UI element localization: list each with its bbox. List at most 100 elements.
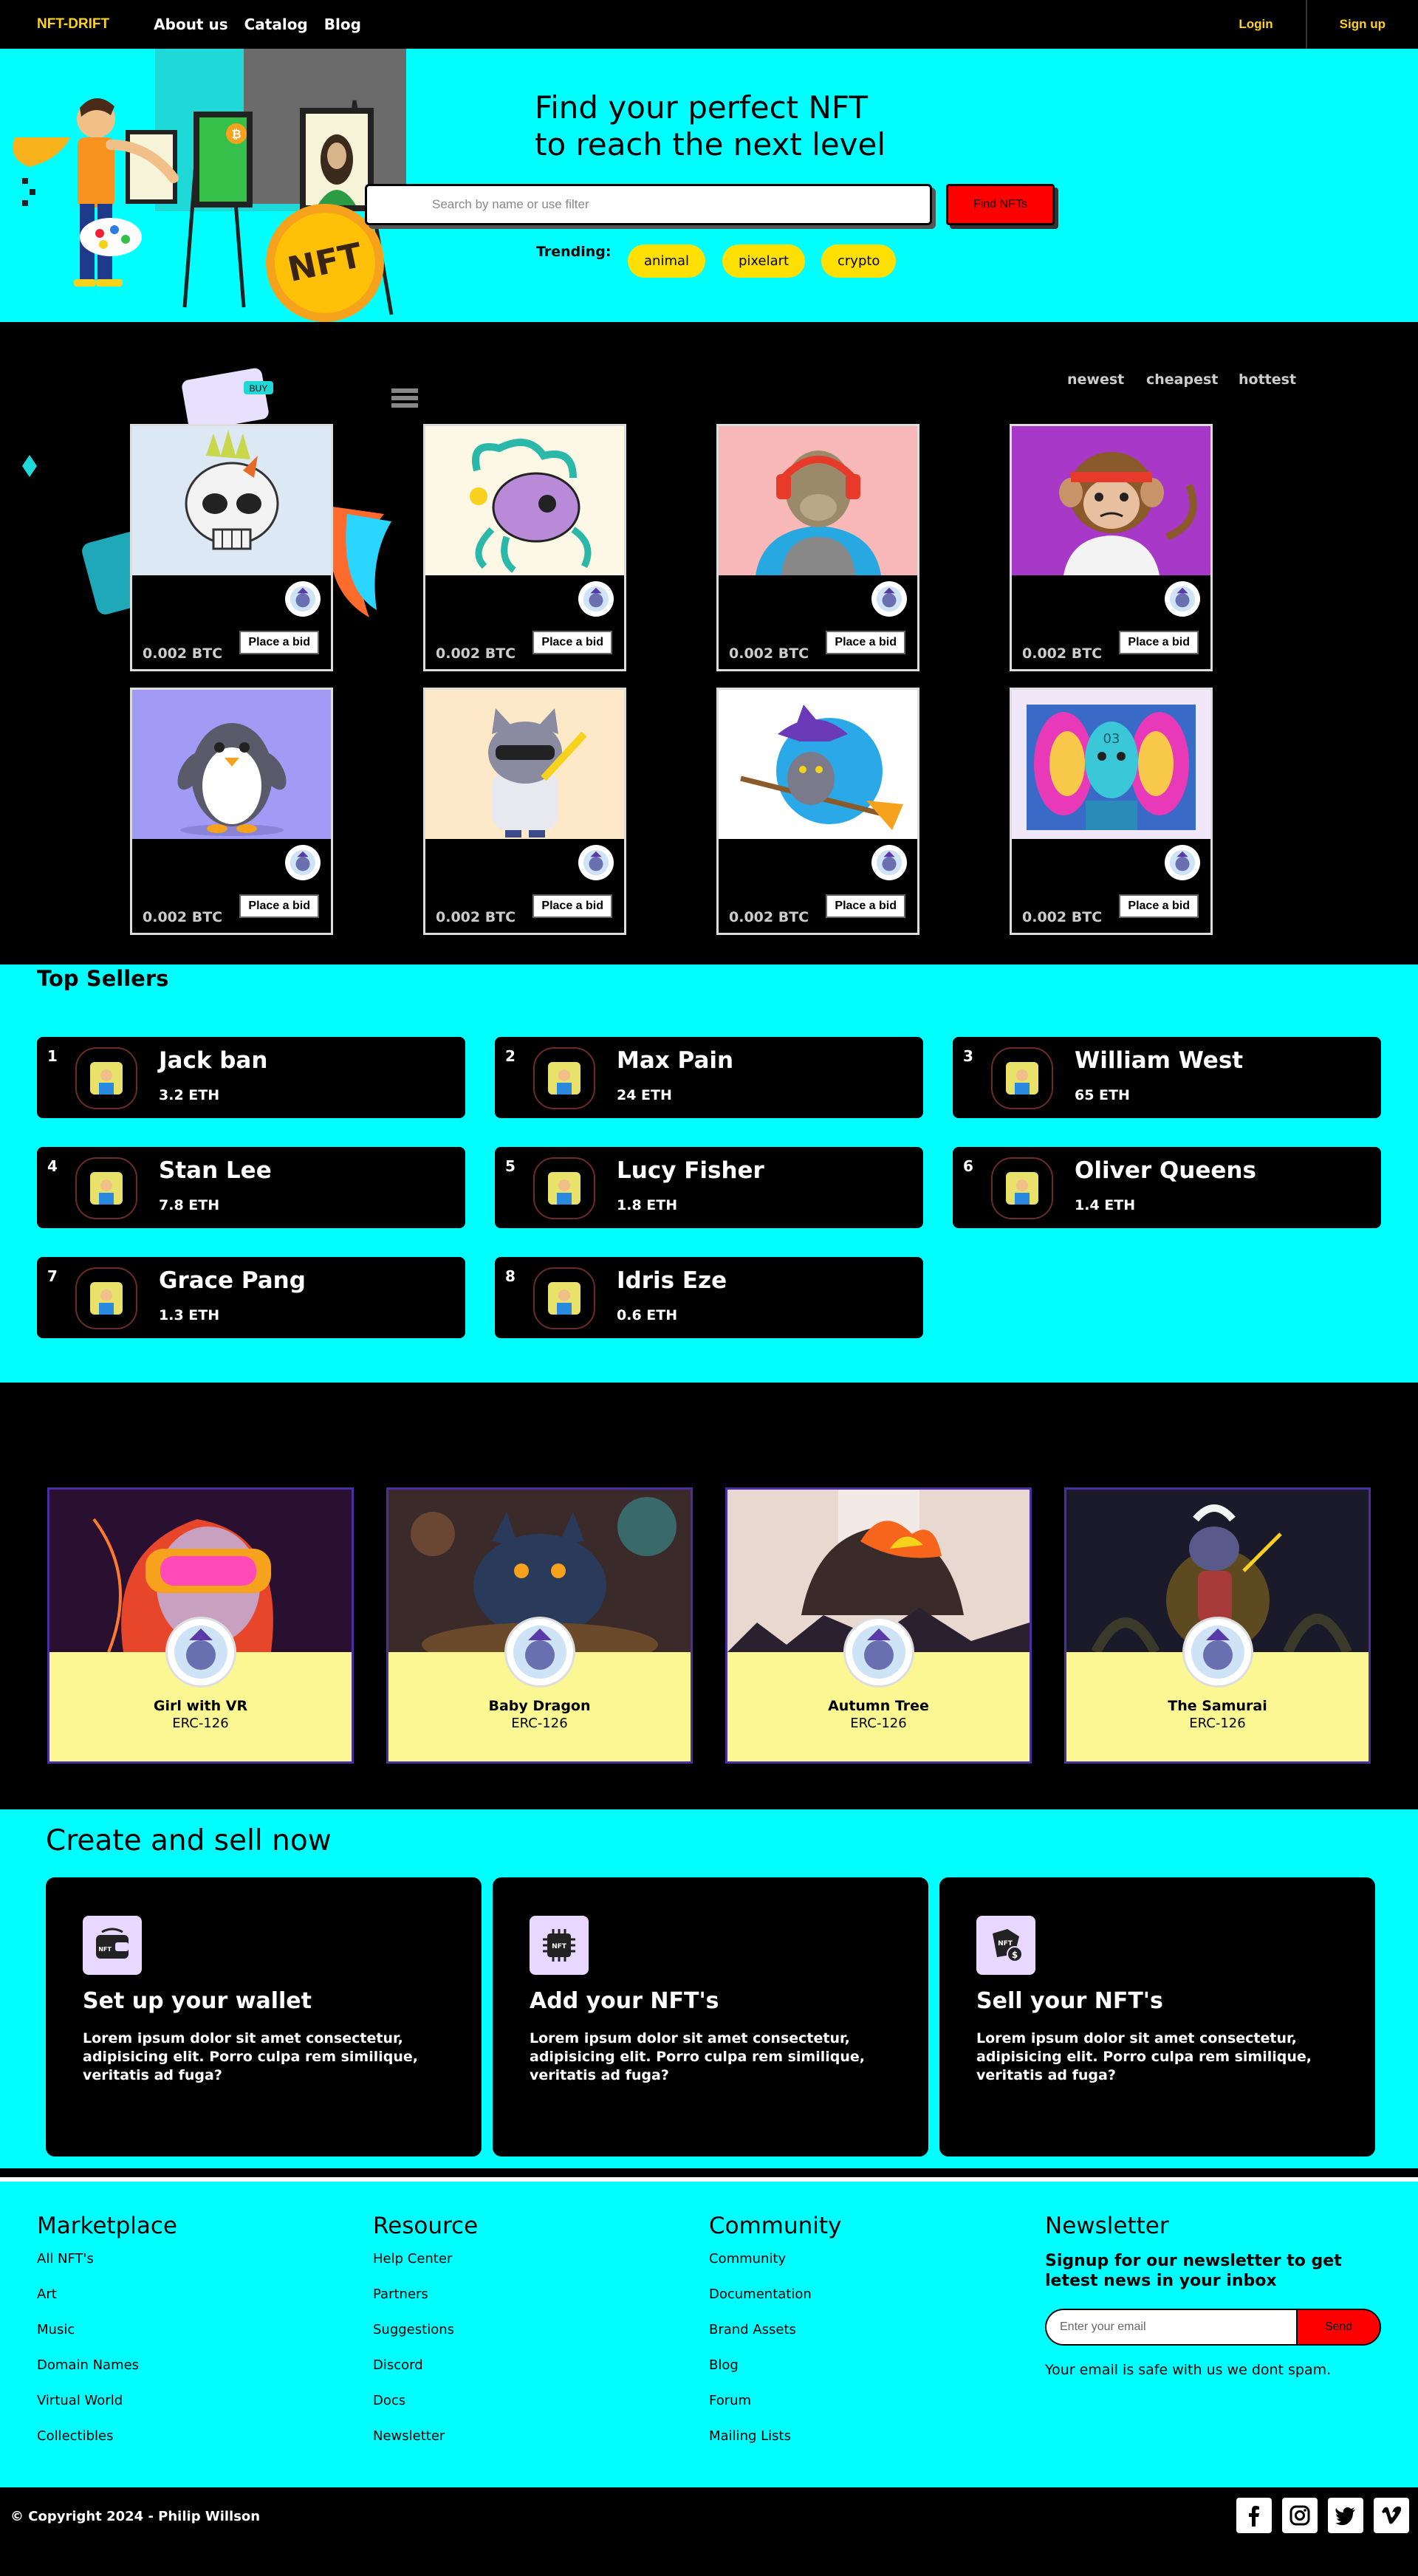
place-bid-button[interactable]: Place a bid	[826, 894, 905, 918]
footer-link[interactable]: Virtual World	[37, 2393, 177, 2428]
footer-link[interactable]: Domain Names	[37, 2357, 177, 2393]
place-bid-button[interactable]: Place a bid	[1119, 631, 1199, 654]
seller-card[interactable]: 1 Jack ban 3.2 ETH	[37, 1037, 465, 1118]
seller-volume: 3.2 ETH	[159, 1087, 220, 1103]
nft-price: 0.002 BTC	[729, 645, 809, 662]
search-input[interactable]: Search by name or use filter	[365, 184, 932, 225]
create-card-text: Lorem ipsum dolor sit amet consectetur, …	[83, 2030, 418, 2083]
nft-card[interactable]: 0.002 BTC Place a bid	[130, 424, 333, 671]
creator-avatar[interactable]	[578, 581, 614, 617]
nft-card[interactable]: 0.002 BTC Place a bid	[716, 424, 919, 671]
signup-link[interactable]: Sign up	[1307, 0, 1418, 49]
footer-link[interactable]: Discord	[373, 2357, 478, 2393]
seller-card[interactable]: 2 Max Pain 24 ETH	[495, 1037, 923, 1118]
nft-card[interactable]: 0.002 BTC Place a bid	[130, 688, 333, 935]
creator-avatar[interactable]	[285, 581, 321, 617]
featured-card[interactable]: The Samurai ERC-126	[1064, 1487, 1371, 1764]
nft-card[interactable]: 0.002 BTC Place a bid	[423, 688, 626, 935]
creator-avatar[interactable]	[1165, 581, 1200, 617]
trending-tag-pixelart[interactable]: pixelart	[722, 244, 806, 278]
seller-card[interactable]: 3 William West 65 ETH	[953, 1037, 1381, 1118]
top-sellers: Top Sellers 1 Jack ban 3.2 ETH 2 Max Pai…	[0, 965, 1418, 1383]
footer-link[interactable]: Mailing Lists	[709, 2428, 841, 2464]
trending-tag-animal[interactable]: animal	[628, 244, 706, 278]
footer-link[interactable]: Newsletter	[373, 2428, 478, 2464]
place-bid-button[interactable]: Place a bid	[1119, 894, 1199, 918]
creator-avatar[interactable]	[871, 845, 907, 880]
create-card-heading: Sell your NFT's	[976, 1988, 1163, 2014]
nav-link-about[interactable]: About us	[154, 16, 227, 33]
brand-logo[interactable]: NFT-DRIFT	[37, 16, 109, 32]
place-bid-button[interactable]: Place a bid	[239, 894, 319, 918]
place-bid-button[interactable]: Place a bid	[532, 894, 612, 918]
trending-tag-crypto[interactable]: crypto	[821, 244, 897, 278]
seller-avatar	[991, 1047, 1053, 1109]
vimeo-icon[interactable]	[1374, 2498, 1409, 2533]
footer-link[interactable]: Art	[37, 2286, 177, 2322]
footer-link[interactable]: Brand Assets	[709, 2322, 841, 2357]
footer-link[interactable]: Community	[709, 2251, 841, 2286]
instagram-icon[interactable]	[1282, 2498, 1318, 2533]
login-link[interactable]: Login	[1206, 0, 1305, 49]
seller-name: William West	[1075, 1047, 1244, 1074]
footer-link[interactable]: Blog	[709, 2357, 841, 2393]
footer-link[interactable]: Collectibles	[37, 2428, 177, 2464]
place-bid-button[interactable]: Place a bid	[239, 631, 319, 654]
send-button[interactable]: Send	[1296, 2309, 1381, 2346]
nft-gallery: BUY newest cheapest hottest 0.002 BTC Pl…	[0, 322, 1418, 965]
footer-link[interactable]: Docs	[373, 2393, 478, 2428]
sort-cheapest[interactable]: cheapest	[1146, 371, 1218, 388]
creator-avatar[interactable]	[504, 1617, 575, 1688]
featured-name: Baby Dragon	[488, 1698, 591, 1714]
sort-newest[interactable]: newest	[1067, 371, 1124, 388]
featured-card[interactable]: Girl with VR ERC-126	[47, 1487, 354, 1764]
footer-link[interactable]: Forum	[709, 2393, 841, 2428]
creator-avatar[interactable]	[1182, 1617, 1253, 1688]
footer-link[interactable]: Help Center	[373, 2251, 478, 2286]
featured-standard: ERC-126	[511, 1716, 568, 1731]
footer-link[interactable]: Suggestions	[373, 2322, 478, 2357]
social-links	[1236, 2498, 1409, 2533]
twin-faces-art: 03	[1012, 690, 1210, 839]
twitter-icon[interactable]	[1328, 2498, 1363, 2533]
facebook-icon[interactable]	[1236, 2498, 1272, 2533]
wallet-icon-label: NFT	[98, 1946, 112, 1953]
create-card-wallet: NFT Set up your wallet Lorem ipsum dolor…	[46, 1877, 482, 2157]
create-card-sell-nft: NFT $ Sell your NFT's Lorem ipsum dolor s…	[939, 1877, 1375, 2157]
seller-avatar	[533, 1157, 595, 1219]
place-bid-button[interactable]: Place a bid	[826, 631, 905, 654]
creator-avatar[interactable]	[578, 845, 614, 880]
find-nfts-button[interactable]: Find NFTs	[946, 184, 1055, 225]
seller-card[interactable]: 6 Oliver Queens 1.4 ETH	[953, 1147, 1381, 1228]
penguin-art	[132, 690, 331, 839]
creator-avatar[interactable]	[165, 1617, 236, 1688]
creator-avatar[interactable]	[1165, 845, 1200, 880]
sort-hottest[interactable]: hottest	[1239, 371, 1296, 388]
nft-card[interactable]: 0.002 BTC Place a bid	[1010, 424, 1213, 671]
creator-avatar[interactable]	[843, 1617, 914, 1688]
nft-card[interactable]: 0.002 BTC Place a bid	[716, 688, 919, 935]
footer-link[interactable]: Documentation	[709, 2286, 841, 2322]
create-card-text: Lorem ipsum dolor sit amet consectetur, …	[530, 2030, 865, 2083]
nav-link-catalog[interactable]: Catalog	[244, 16, 308, 33]
creator-avatar[interactable]	[871, 581, 907, 617]
nft-card[interactable]: 0.002 BTC Place a bid	[423, 424, 626, 671]
email-field[interactable]: Enter your email	[1045, 2309, 1296, 2346]
footer-link[interactable]: All NFT's	[37, 2251, 177, 2286]
featured-card[interactable]: Baby Dragon ERC-126	[386, 1487, 693, 1764]
seller-card[interactable]: 5 Lucy Fisher 1.8 ETH	[495, 1147, 923, 1228]
seller-card[interactable]: 4 Stan Lee 7.8 ETH	[37, 1147, 465, 1228]
wallet-icon: NFT	[83, 1916, 142, 1975]
hero-title-line-1: Find your perfect NFT	[535, 89, 868, 126]
seller-card[interactable]: 8 Idris Eze 0.6 ETH	[495, 1257, 923, 1338]
nav-link-blog[interactable]: Blog	[324, 16, 361, 33]
footer-link[interactable]: Music	[37, 2322, 177, 2357]
seller-volume: 0.6 ETH	[617, 1307, 678, 1323]
featured-card[interactable]: Autumn Tree ERC-126	[725, 1487, 1032, 1764]
nft-card[interactable]: 03 0.002 BTC Place a bid	[1010, 688, 1213, 935]
footer-link[interactable]: Partners	[373, 2286, 478, 2322]
seller-volume: 1.3 ETH	[159, 1307, 220, 1323]
seller-card[interactable]: 7 Grace Pang 1.3 ETH	[37, 1257, 465, 1338]
creator-avatar[interactable]	[285, 845, 321, 880]
place-bid-button[interactable]: Place a bid	[532, 631, 612, 654]
